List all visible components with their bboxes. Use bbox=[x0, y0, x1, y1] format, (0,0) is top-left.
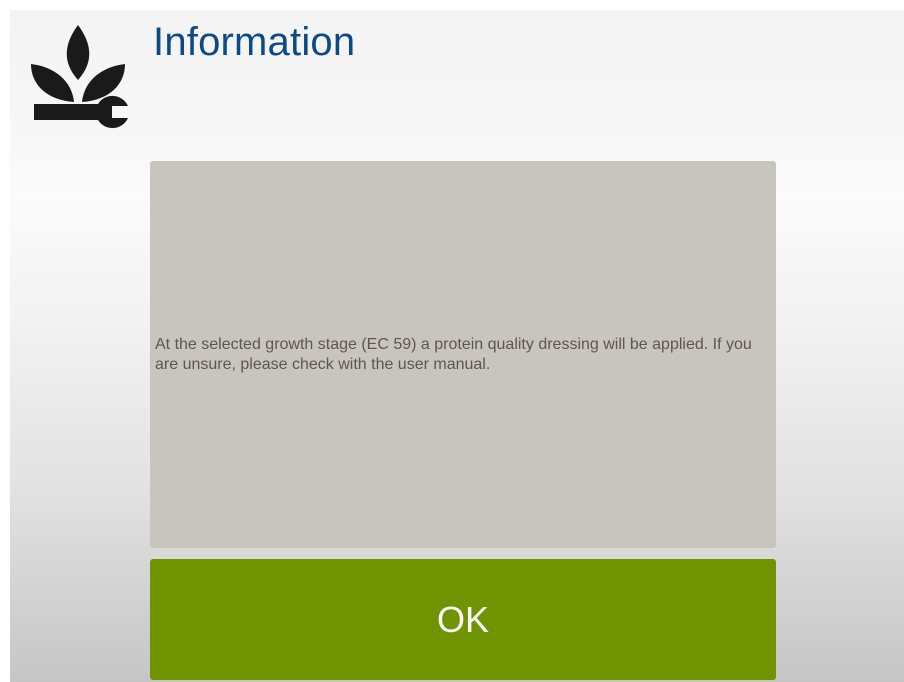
information-dialog: Information At the selected growth stage… bbox=[10, 10, 904, 682]
plant-wrench-icon bbox=[31, 25, 128, 129]
dialog-title: Information bbox=[153, 20, 356, 64]
ok-button[interactable]: OK bbox=[150, 559, 776, 680]
message-text: At the selected growth stage (EC 59) a p… bbox=[155, 335, 752, 373]
message-box: At the selected growth stage (EC 59) a p… bbox=[150, 161, 776, 548]
